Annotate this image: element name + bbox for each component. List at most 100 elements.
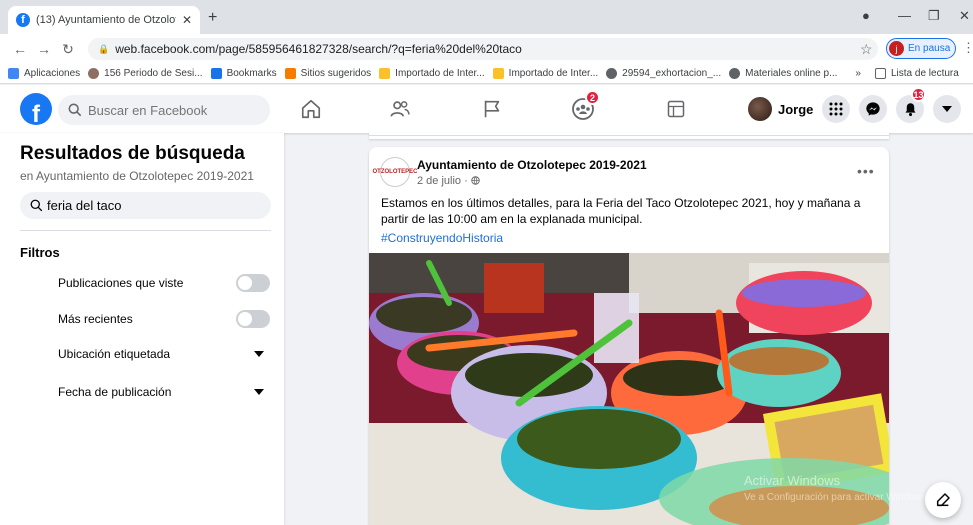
sidebar-divider xyxy=(20,230,271,231)
groups-badge: 2 xyxy=(585,90,600,105)
filter-seen-posts[interactable]: Publicaciones que viste xyxy=(58,271,270,295)
facebook-favicon-icon: f xyxy=(16,13,30,27)
filter-label: Fecha de publicación xyxy=(58,385,172,399)
account-menu-chevron-icon[interactable] xyxy=(933,95,961,123)
bookmark-label: Materiales online p... xyxy=(745,68,838,79)
bookmark-label: Aplicaciones xyxy=(24,68,81,79)
folder-icon xyxy=(379,68,391,79)
post-date-text: 2 de julio · xyxy=(417,175,471,187)
post-options-icon[interactable]: ••• xyxy=(857,163,875,179)
bookmark-star-icon[interactable]: ☆ xyxy=(860,41,873,58)
bookmark-label: 156 Periodo de Sesi... xyxy=(104,68,203,79)
windows-activation-watermark: Activar Windows xyxy=(744,473,841,488)
reading-list-button[interactable]: Lista de lectura xyxy=(874,68,959,79)
groups-icon[interactable]: 2 xyxy=(569,90,600,121)
bookmark-item[interactable]: 156 Periodo de Sesi... xyxy=(88,68,203,79)
globe-icon xyxy=(729,68,741,79)
bookmark-item[interactable]: Bookmarks xyxy=(210,68,277,79)
profile-paused-button[interactable]: j En pausa xyxy=(886,38,956,59)
back-icon[interactable]: ← xyxy=(8,41,32,57)
search-icon xyxy=(68,103,82,117)
bookmark-label: Sitios sugeridos xyxy=(300,68,372,79)
bookmark-label: Importado de Inter... xyxy=(508,68,599,79)
post-text: Estamos en los últimos detalles, para la… xyxy=(381,196,861,226)
seen-posts-toggle[interactable] xyxy=(236,274,270,292)
bookmark-item[interactable]: Importado de Inter... xyxy=(492,68,599,79)
filter-label: Publicaciones que viste xyxy=(58,276,184,290)
browser-menu-icon[interactable]: ⋮ xyxy=(962,40,973,56)
filter-post-date[interactable]: Fecha de publicación xyxy=(58,380,270,404)
facebook-search-input[interactable] xyxy=(88,102,258,118)
search-icon xyxy=(30,199,43,212)
minimize-icon[interactable]: — xyxy=(898,8,911,23)
chevron-down-icon[interactable] xyxy=(254,351,264,357)
notifications-bell-icon[interactable]: 13 xyxy=(896,87,926,123)
globe-icon xyxy=(471,176,480,185)
browser-tab[interactable]: f (13) Ayuntamiento de Otzolotep ✕ xyxy=(8,6,200,34)
folder-icon xyxy=(492,68,504,79)
tab-title: (13) Ayuntamiento de Otzolotep xyxy=(36,14,176,26)
address-bar: ← → ↻ 🔒 web.facebook.com/page/5859564618… xyxy=(0,34,973,64)
bookmark-item[interactable]: Sitios sugeridos xyxy=(284,68,372,79)
pages-flag-icon[interactable] xyxy=(478,97,506,121)
browser-record-icon[interactable]: ● xyxy=(862,8,870,23)
windows-activation-subtext: Ve a Configuración para activar Windows. xyxy=(744,492,930,503)
tab-close-icon[interactable]: ✕ xyxy=(182,13,192,27)
bookmarks-overflow-icon[interactable]: » xyxy=(855,68,861,79)
url-text: web.facebook.com/page/585956461827328/se… xyxy=(115,42,522,56)
close-window-icon[interactable]: ✕ xyxy=(959,8,970,24)
messenger-icon[interactable] xyxy=(859,95,887,123)
filter-tagged-location[interactable]: Ubicación etiquetada xyxy=(58,342,270,366)
page-search-input[interactable] xyxy=(47,198,247,213)
profile-avatar: j xyxy=(889,41,904,56)
compose-icon xyxy=(936,493,950,507)
suggested-sites-icon xyxy=(284,68,296,79)
reading-list-icon xyxy=(874,68,886,79)
user-profile-chip[interactable]: Jorge xyxy=(748,94,813,124)
filter-most-recent[interactable]: Más recientes xyxy=(58,307,270,331)
post-date[interactable]: 2 de julio · xyxy=(417,175,480,187)
browser-tabstrip: f (13) Ayuntamiento de Otzolotep ✕ + ● —… xyxy=(0,0,973,34)
url-input[interactable]: 🔒 web.facebook.com/page/585956461827328/… xyxy=(88,38,878,60)
search-sidebar: Resultados de búsqueda en Ayuntamiento d… xyxy=(0,133,284,525)
lock-icon: 🔒 xyxy=(98,43,110,54)
bookmark-label: Bookmarks xyxy=(226,68,277,79)
page-avatar[interactable]: OTZOLOTEPEC xyxy=(373,157,418,187)
post-author[interactable]: Ayuntamiento de Otzolotepec 2019-2021 xyxy=(417,158,647,172)
star-icon xyxy=(210,68,222,79)
facebook-header: f 2 Jorge 13 xyxy=(0,85,973,133)
page-search-box[interactable] xyxy=(20,192,271,219)
filter-label: Ubicación etiquetada xyxy=(58,347,171,361)
facebook-search-box[interactable] xyxy=(58,95,270,125)
notifications-badge: 13 xyxy=(911,87,926,102)
menu-grid-icon[interactable] xyxy=(822,95,850,123)
filter-label: Más recientes xyxy=(58,312,133,326)
sidebar-subtitle: en Ayuntamiento de Otzolotepec 2019-2021 xyxy=(20,169,254,183)
page-avatar-text: OTZOLOTEPEC xyxy=(372,168,418,175)
post-hashtag[interactable]: #ConstruyendoHistoria xyxy=(381,231,503,245)
maximize-icon[interactable]: ❐ xyxy=(928,8,940,24)
friends-icon[interactable] xyxy=(386,97,414,121)
gaming-icon[interactable] xyxy=(662,97,690,121)
chevron-down-icon[interactable] xyxy=(254,389,264,395)
bookmarks-bar: Aplicaciones 156 Periodo de Sesi... Bookma… xyxy=(0,64,973,84)
new-tab-icon[interactable]: + xyxy=(208,9,217,27)
site-globe-icon xyxy=(88,68,100,79)
forward-icon[interactable]: → xyxy=(32,41,56,57)
bookmark-item[interactable]: Materiales online p... xyxy=(729,68,837,79)
reload-icon[interactable]: ↻ xyxy=(56,41,80,58)
user-avatar xyxy=(748,97,772,121)
user-name: Jorge xyxy=(778,101,814,117)
bookmark-item[interactable]: 29594_exhortacion_... xyxy=(606,68,721,79)
home-icon[interactable] xyxy=(297,97,325,121)
apps-grid-icon xyxy=(8,68,19,79)
reading-list-label: Lista de lectura xyxy=(890,68,959,79)
bookmark-item[interactable]: Importado de Inter... xyxy=(379,68,485,79)
facebook-logo-icon[interactable]: f xyxy=(20,93,52,125)
bookmark-label: Importado de Inter... xyxy=(395,68,485,79)
most-recent-toggle[interactable] xyxy=(236,310,270,328)
sidebar-title: Resultados de búsqueda xyxy=(20,143,245,164)
bookmark-label: 29594_exhortacion_... xyxy=(622,68,722,79)
new-message-compose-button[interactable] xyxy=(925,482,961,518)
bookmark-item[interactable]: Aplicaciones xyxy=(8,68,80,79)
